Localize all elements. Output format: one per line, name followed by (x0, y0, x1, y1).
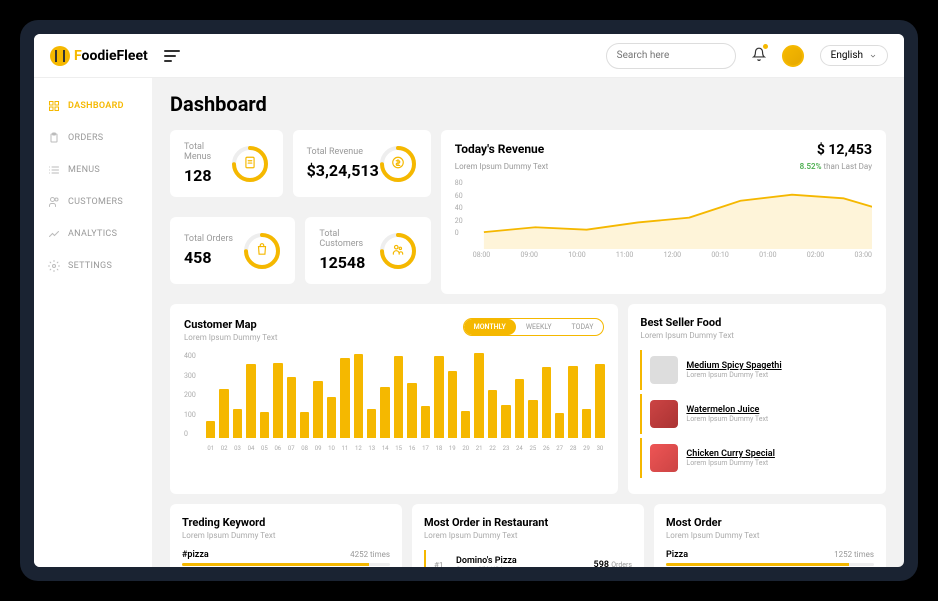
tab-today[interactable]: TODAY (562, 319, 604, 335)
sidebar-item-menus[interactable]: MENUS (34, 154, 152, 186)
stat-card: Total Menus128 (170, 130, 283, 197)
search-input[interactable] (606, 43, 736, 69)
sidebar-item-orders[interactable]: ORDERS (34, 122, 152, 154)
language-select[interactable]: English (820, 45, 888, 66)
best-seller-card: Best Seller Food Lorem Ipsum Dummy Text … (628, 304, 886, 494)
stat-card: Total Orders458 (170, 217, 295, 284)
most-order-card: Most Order Lorem Ipsum Dummy Text Pizza1… (654, 504, 886, 567)
food-thumb (650, 356, 678, 384)
best-seller-item[interactable]: Watermelon JuiceLorem Ipsum Dummy Text (640, 394, 874, 434)
hamburger-icon[interactable] (164, 50, 180, 62)
period-tabs: MONTHLYWEEKLYTODAY (463, 318, 605, 336)
revenue-card: Today's Revenue $ 12,453 Lorem Ipsum Dum… (441, 130, 886, 294)
logo-icon (50, 46, 70, 66)
sidebar-item-dashboard[interactable]: DASHBOARD (34, 90, 152, 122)
search-field[interactable] (617, 50, 750, 61)
page-title: Dashboard (170, 92, 886, 116)
stat-card: Total Revenue$3,24,513 (293, 130, 431, 197)
food-thumb (650, 444, 678, 472)
logo[interactable]: FoodieFleet (50, 46, 148, 66)
best-seller-item[interactable]: Medium Spicy SpagethiLorem Ipsum Dummy T… (640, 350, 874, 390)
tab-monthly[interactable]: MONTHLY (464, 319, 516, 335)
tab-weekly[interactable]: WEEKLY (516, 319, 562, 335)
doc-icon (243, 154, 257, 173)
keyword-row: Pizza1252 times (666, 550, 874, 566)
stat-card: Total Customers12548 (305, 217, 430, 284)
most-restaurant-card: Most Order in Restaurant Lorem Ipsum Dum… (412, 504, 644, 567)
sidebar: DASHBOARDORDERSMENUSCUSTOMERSANALYTICSSE… (34, 78, 152, 567)
avatar[interactable] (782, 45, 804, 67)
keyword-row: #pizza4252 times (182, 550, 390, 566)
bell-icon (752, 47, 766, 61)
restaurant-row: #1Domino's PizzaQuens, NY, USA598 Orders (424, 550, 632, 567)
trending-keyword-card: Treding Keyword Lorem Ipsum Dummy Text #… (170, 504, 402, 567)
bag-icon (255, 241, 269, 260)
revenue-amount: $ 12,453 (817, 142, 872, 158)
sidebar-item-analytics[interactable]: ANALYTICS (34, 218, 152, 250)
chevron-down-icon (869, 52, 877, 60)
topbar: FoodieFleet English (34, 34, 904, 78)
notification-button[interactable] (752, 46, 766, 65)
customer-map-card: Customer Map Lorem Ipsum Dummy Text MONT… (170, 304, 618, 494)
sidebar-item-customers[interactable]: CUSTOMERS (34, 186, 152, 218)
people-icon (391, 241, 405, 260)
best-seller-item[interactable]: Chicken Curry SpecialLorem Ipsum Dummy T… (640, 438, 874, 478)
dollar-icon (391, 154, 405, 173)
food-thumb (650, 400, 678, 428)
sidebar-item-settings[interactable]: SETTINGS (34, 250, 152, 282)
revenue-title: Today's Revenue (455, 142, 544, 158)
